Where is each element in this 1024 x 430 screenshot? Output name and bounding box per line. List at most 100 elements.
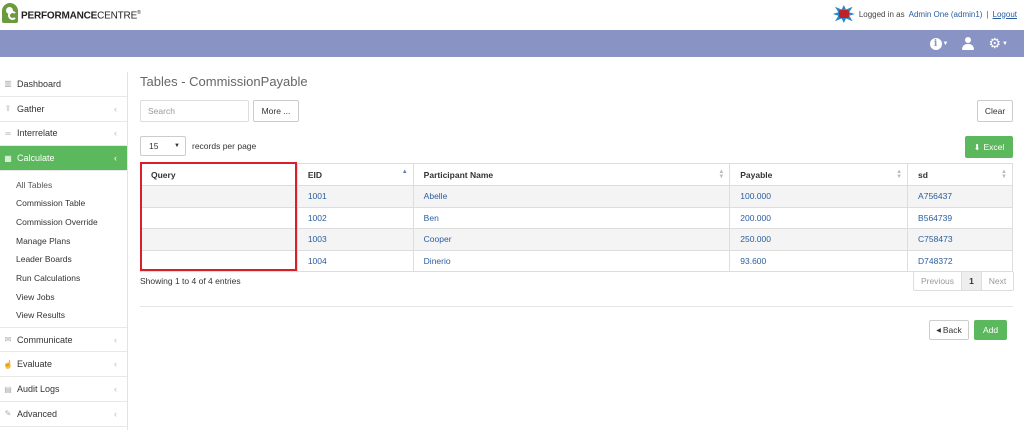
column-header-payable[interactable]: Payable ▲ ▼ <box>729 163 909 186</box>
sidebar-item-communicate[interactable]: ✉ Communicate ‹ <box>0 328 127 353</box>
cell-sd[interactable]: A756437 <box>907 185 1013 208</box>
entries-info: Showing 1 to 4 of 4 entries <box>140 276 241 286</box>
cell-participant-name[interactable]: Ben <box>413 207 731 229</box>
column-header-query[interactable]: Query <box>140 163 298 186</box>
column-header-eid[interactable]: EID ▲ <box>297 163 414 186</box>
cell-eid[interactable]: 1002 <box>297 207 414 229</box>
user-info: Logged in as Admin One (admin1) | Logout <box>832 5 1017 23</box>
table-icon: ▦ <box>4 153 12 163</box>
previous-page-button[interactable]: Previous <box>914 272 962 290</box>
info-menu-button[interactable]: i ▼ <box>929 37 949 50</box>
cell-query <box>140 228 298 251</box>
next-page-button[interactable]: Next <box>982 272 1013 290</box>
cell-payable[interactable]: 100.000 <box>729 185 909 208</box>
cell-eid[interactable]: 1003 <box>297 228 414 251</box>
divider <box>140 306 1013 307</box>
sidebar-item-label: Evaluate <box>17 359 53 370</box>
link-icon: ∞ <box>5 128 11 138</box>
clear-button[interactable]: Clear <box>977 100 1013 122</box>
document-icon: ▤ <box>4 384 12 394</box>
cell-query <box>140 250 298 272</box>
back-label: Back <box>942 325 962 335</box>
table-row[interactable]: 1001 Abelle 100.000 A756437 <box>140 185 1013 208</box>
cell-eid[interactable]: 1004 <box>297 250 414 272</box>
back-button[interactable]: ◀ Back <box>929 320 969 340</box>
bar-chart-icon: ▥ <box>4 79 12 89</box>
cell-payable[interactable]: 93.600 <box>729 250 909 272</box>
calculate-submenu: All Tables Commission Table Commission O… <box>0 171 127 328</box>
separator: | <box>986 9 989 19</box>
sidebar-item-interrelate[interactable]: ∞ Interrelate ‹ <box>0 122 127 147</box>
records-per-page: 15 ▼ records per page <box>140 136 256 156</box>
sidebar-item-calculate[interactable]: ▦ Calculate ‹ <box>0 146 127 172</box>
records-per-page-select[interactable]: 15 ▼ <box>140 136 186 156</box>
records-per-page-value: 15 <box>149 141 159 151</box>
pagination: Previous 1 Next <box>913 271 1014 291</box>
sidebar: ▥ Dashboard ⇪ Gather ‹ ∞ Interrelate ‹ ▦… <box>0 72 128 430</box>
sidebar-item-label: Calculate <box>17 153 55 164</box>
more-button[interactable]: More ... <box>253 100 299 122</box>
table-row[interactable]: 1004 Dinerio 93.600 D748372 <box>140 250 1013 272</box>
sidebar-sub-commission-table[interactable]: Commission Table <box>0 194 127 213</box>
user-profile-link[interactable]: Admin One (admin1) <box>909 10 983 19</box>
excel-export-button[interactable]: ⬇ Excel <box>965 136 1013 158</box>
column-header-participant-name[interactable]: Participant Name ▲ ▼ <box>413 163 731 186</box>
chevron-left-icon: ‹ <box>114 334 117 345</box>
wrench-icon: ✎ <box>4 409 12 419</box>
sidebar-item-gather[interactable]: ⇪ Gather ‹ <box>0 97 127 122</box>
cell-eid[interactable]: 1001 <box>297 185 414 208</box>
sort-asc-icon: ▲ <box>401 169 408 175</box>
cell-participant-name[interactable]: Abelle <box>413 185 731 208</box>
cell-payable[interactable]: 250.000 <box>729 228 909 251</box>
thumbs-up-icon: ☝ <box>3 359 13 369</box>
sidebar-item-label: Dashboard <box>17 78 62 89</box>
logo-icon <box>2 3 20 25</box>
chevron-left-icon: ‹ <box>114 153 117 164</box>
sort-icon: ▲ ▼ <box>1001 169 1007 180</box>
chevron-left-icon: ‹ <box>114 359 117 370</box>
sidebar-item-label: Communicate <box>17 334 73 345</box>
caret-down-icon: ▼ <box>1002 40 1008 47</box>
cell-sd[interactable]: B564739 <box>907 207 1013 229</box>
cell-sd[interactable]: C758473 <box>907 228 1013 251</box>
app-logo[interactable]: PERFORMANCECENTRE® <box>2 3 141 25</box>
cell-participant-name[interactable]: Dinerio <box>413 250 731 272</box>
sidebar-item-advanced[interactable]: ✎ Advanced ‹ <box>0 402 127 427</box>
navbar: i ▼ ⚙ ▼ <box>0 30 1024 57</box>
data-table: Query EID ▲ Participant Name ▲ ▼ Payable ▲ ▼ … <box>140 163 1013 272</box>
user-menu-button[interactable] <box>962 37 975 50</box>
sidebar-sub-leader-boards[interactable]: Leader Boards <box>0 250 127 269</box>
caret-down-icon: ▼ <box>174 143 180 149</box>
table-row[interactable]: 1002 Ben 200.000 B564739 <box>140 207 1013 229</box>
caret-down-icon: ▼ <box>942 40 949 47</box>
page-1-button[interactable]: 1 <box>962 272 982 290</box>
sidebar-sub-run-calculations[interactable]: Run Calculations <box>0 269 127 288</box>
cell-participant-name[interactable]: Cooper <box>413 228 731 251</box>
sidebar-item-label: Audit Logs <box>17 384 60 395</box>
table-row[interactable]: 1003 Cooper 250.000 C758473 <box>140 228 1013 251</box>
info-icon: i <box>929 37 942 50</box>
sidebar-sub-manage-plans[interactable]: Manage Plans <box>0 231 127 250</box>
cell-payable[interactable]: 200.000 <box>729 207 909 229</box>
sidebar-sub-view-jobs[interactable]: View Jobs <box>0 287 127 306</box>
sidebar-item-dashboard[interactable]: ▥ Dashboard <box>0 72 127 97</box>
logo-text: PERFORMANCECENTRE® <box>21 9 141 21</box>
cell-sd[interactable]: D748372 <box>907 250 1013 272</box>
page-title: Tables - CommissionPayable <box>140 74 308 89</box>
avatar <box>832 5 855 23</box>
search-input[interactable]: Search <box>140 100 249 122</box>
records-per-page-label: records per page <box>192 141 257 151</box>
sort-icon: ▲ ▼ <box>896 169 903 180</box>
settings-menu-button[interactable]: ⚙ ▼ <box>988 35 1008 52</box>
caret-left-icon: ◀ <box>936 327 941 334</box>
column-header-sd[interactable]: sd ▲ ▼ <box>907 163 1013 186</box>
sidebar-sub-all-tables[interactable]: All Tables <box>0 175 127 194</box>
sidebar-item-evaluate[interactable]: ☝ Evaluate ‹ <box>0 352 127 378</box>
add-button[interactable]: Add <box>974 320 1007 340</box>
sidebar-sub-commission-override[interactable]: Commission Override <box>0 213 127 232</box>
logout-link[interactable]: Logout <box>993 10 1017 19</box>
sidebar-item-label: Interrelate <box>17 128 58 139</box>
sidebar-sub-view-results[interactable]: View Results <box>0 306 127 325</box>
top-header: PERFORMANCECENTRE® Logged in as Admin On… <box>0 0 1024 30</box>
sidebar-item-audit-logs[interactable]: ▤ Audit Logs ‹ <box>0 377 127 403</box>
